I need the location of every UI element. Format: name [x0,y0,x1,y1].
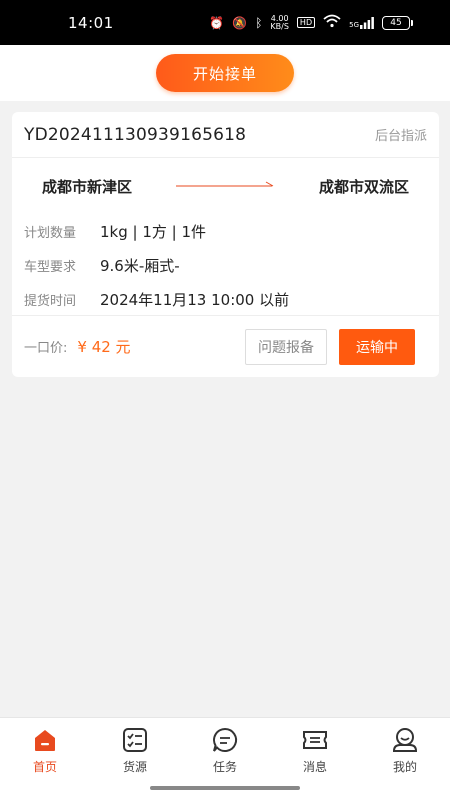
tab-label: 货源 [122,760,147,774]
route-arrow-icon [175,181,273,187]
net-speed-unit: KB/S [270,21,289,31]
info-row-quantity: 计划数量 1kg | 1方 | 1件 [24,214,427,248]
info-label: 计划数量 [24,225,77,241]
ticket-icon [303,731,327,749]
mute-icon: 🔕 [232,15,248,30]
order-number: YD20241113093916561​8 [24,124,247,145]
signal-icon: 5G [349,16,374,29]
price-value: ¥ 42 元 [77,338,131,356]
home-icon [35,730,55,751]
in-transit-button[interactable]: 运输中 [339,328,415,365]
info-value: 9.6米-厢式- [100,256,180,275]
info-row-pickup-time: 提货时间 2024年11月13 10:00 以前 [24,282,427,316]
header: 开始接单 [0,45,450,101]
checklist-icon [123,728,147,752]
from-city: 成都市新津区 [42,177,133,196]
bluetooth-icon: ᛒ [255,15,263,30]
info-label: 车型要求 [24,259,77,275]
assign-type: 后台指派 [374,129,427,144]
tab-mine[interactable]: 我的 [375,726,435,800]
user-icon [392,728,418,752]
status-time: 14:01 [68,13,114,32]
wifi-icon [323,14,341,31]
tab-label: 消息 [302,760,327,774]
home-indicator[interactable] [150,786,300,790]
to-city: 成都市双流区 [318,177,409,196]
status-bar: 14:01 ⏰ 🔕 ᛒ 4.00 KB/S HD 5G 45 [0,0,450,45]
battery-indicator: 45 [382,15,413,30]
alarm-icon: ⏰ [209,15,225,30]
chat-bubble-icon [213,727,238,752]
tab-label: 我的 [392,760,417,774]
signal-label: 5G [349,20,359,29]
net-speed: 4.00 KB/S [270,14,289,31]
tab-home[interactable]: 首页 [15,726,75,800]
tab-label: 任务 [212,760,237,774]
tab-label: 首页 [32,760,57,774]
status-icons: ⏰ 🔕 ᛒ 4.00 KB/S HD 5G 45 [209,14,413,31]
info-row-vehicle: 车型要求 9.6米-厢式- [24,248,427,282]
hd-badge: HD [296,17,316,28]
report-issue-button[interactable]: 问题报备 [245,328,327,365]
order-card-header: YD20241113093916561​8 后台指派 [12,112,439,158]
order-actions: 问题报备 运输中 [245,328,415,365]
order-info: 计划数量 1kg | 1方 | 1件 车型要求 9.6米-厢式- 提货时间 20… [12,214,439,316]
order-card[interactable]: YD20241113093916561​8 后台指派 成都市新津区 成都市双流区… [12,112,439,377]
info-label: 提货时间 [24,293,77,309]
info-value: 2024年11月13 10:00 以前 [100,290,290,309]
price: 一口价: ¥ 42 元 [24,336,131,357]
price-label: 一口价: [24,341,68,356]
info-value: 1kg | 1方 | 1件 [100,222,207,241]
start-accepting-orders-button[interactable]: 开始接单 [156,54,294,92]
route: 成都市新津区 成都市双流区 [12,158,439,214]
order-card-footer: 一口价: ¥ 42 元 问题报备 运输中 [12,315,439,377]
